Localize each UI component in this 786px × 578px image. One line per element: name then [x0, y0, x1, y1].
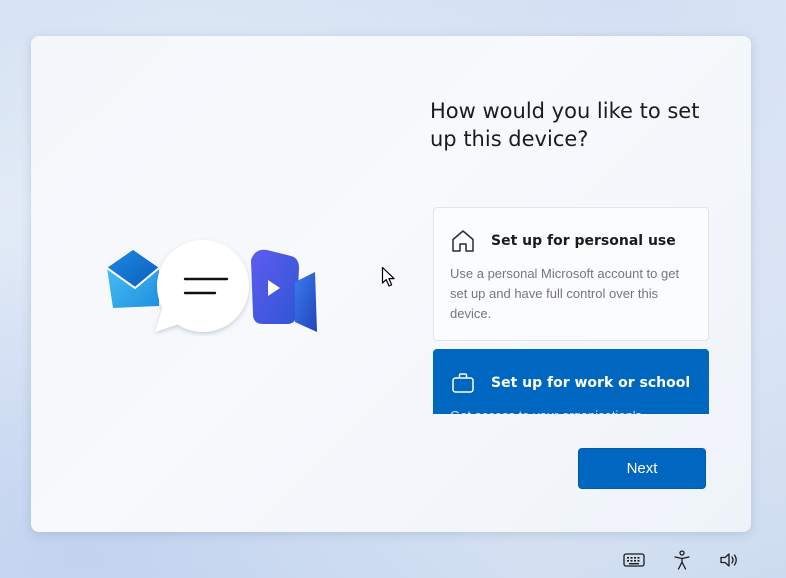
volume-icon[interactable]	[716, 548, 744, 572]
home-icon	[450, 228, 476, 254]
next-button[interactable]: Next	[578, 448, 706, 489]
keyboard-icon[interactable]	[620, 548, 648, 572]
setup-options-list[interactable]: Set up for personal use Use a personal M…	[433, 207, 709, 414]
option-description: Use a personal Microsoft account to get …	[450, 266, 680, 321]
system-tray	[620, 548, 744, 572]
video-call-icon	[251, 249, 317, 332]
mail-icon	[106, 250, 160, 308]
page-title: How would you like to set up this device…	[430, 99, 700, 151]
option-title: Set up for personal use	[491, 233, 676, 249]
accessibility-icon[interactable]	[668, 548, 696, 572]
option-title: Set up for work or school	[491, 375, 691, 391]
setup-illustration	[105, 236, 319, 336]
option-work-or-school[interactable]: Set up for work or school Get access to …	[433, 349, 709, 414]
chat-bubble-icon	[155, 240, 249, 332]
mouse-cursor-icon	[381, 266, 395, 287]
option-personal-use[interactable]: Set up for personal use Use a personal M…	[433, 207, 709, 341]
option-description: Get access to your organisation's	[450, 406, 690, 414]
briefcase-icon	[450, 370, 476, 396]
